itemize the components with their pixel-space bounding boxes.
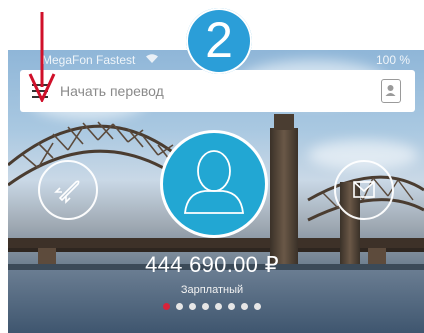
search-placeholder[interactable]: Начать перевод bbox=[60, 83, 164, 99]
pager-dots bbox=[0, 303, 424, 310]
pager-dot[interactable] bbox=[254, 303, 261, 310]
battery-label: 100 % bbox=[375, 53, 410, 67]
carrier-label: MegaFon Fastest bbox=[42, 53, 136, 67]
user-icon bbox=[184, 150, 244, 214]
step-number-badge: 2 bbox=[186, 8, 252, 74]
contact-card-icon[interactable] bbox=[381, 79, 401, 103]
messages-button[interactable] bbox=[334, 160, 394, 220]
red-arrow bbox=[28, 12, 56, 102]
pager-dot[interactable] bbox=[202, 303, 209, 310]
pager-dot[interactable] bbox=[176, 303, 183, 310]
account-name: Зарплатный bbox=[180, 284, 244, 296]
avatar[interactable] bbox=[160, 130, 268, 238]
pager-dot[interactable] bbox=[215, 303, 222, 310]
pager-dot[interactable] bbox=[228, 303, 235, 310]
rocket-icon bbox=[54, 180, 80, 204]
rocket-button[interactable] bbox=[38, 160, 98, 220]
wifi-icon bbox=[146, 54, 158, 63]
pager-dot[interactable] bbox=[241, 303, 248, 310]
pager-dot[interactable] bbox=[189, 303, 196, 310]
transfer-search-bar[interactable]: Начать перевод bbox=[20, 70, 415, 112]
pager-dot[interactable] bbox=[163, 303, 170, 310]
envelope-icon bbox=[353, 181, 375, 198]
account-balance: 444 690.00 ₽ bbox=[145, 252, 279, 277]
